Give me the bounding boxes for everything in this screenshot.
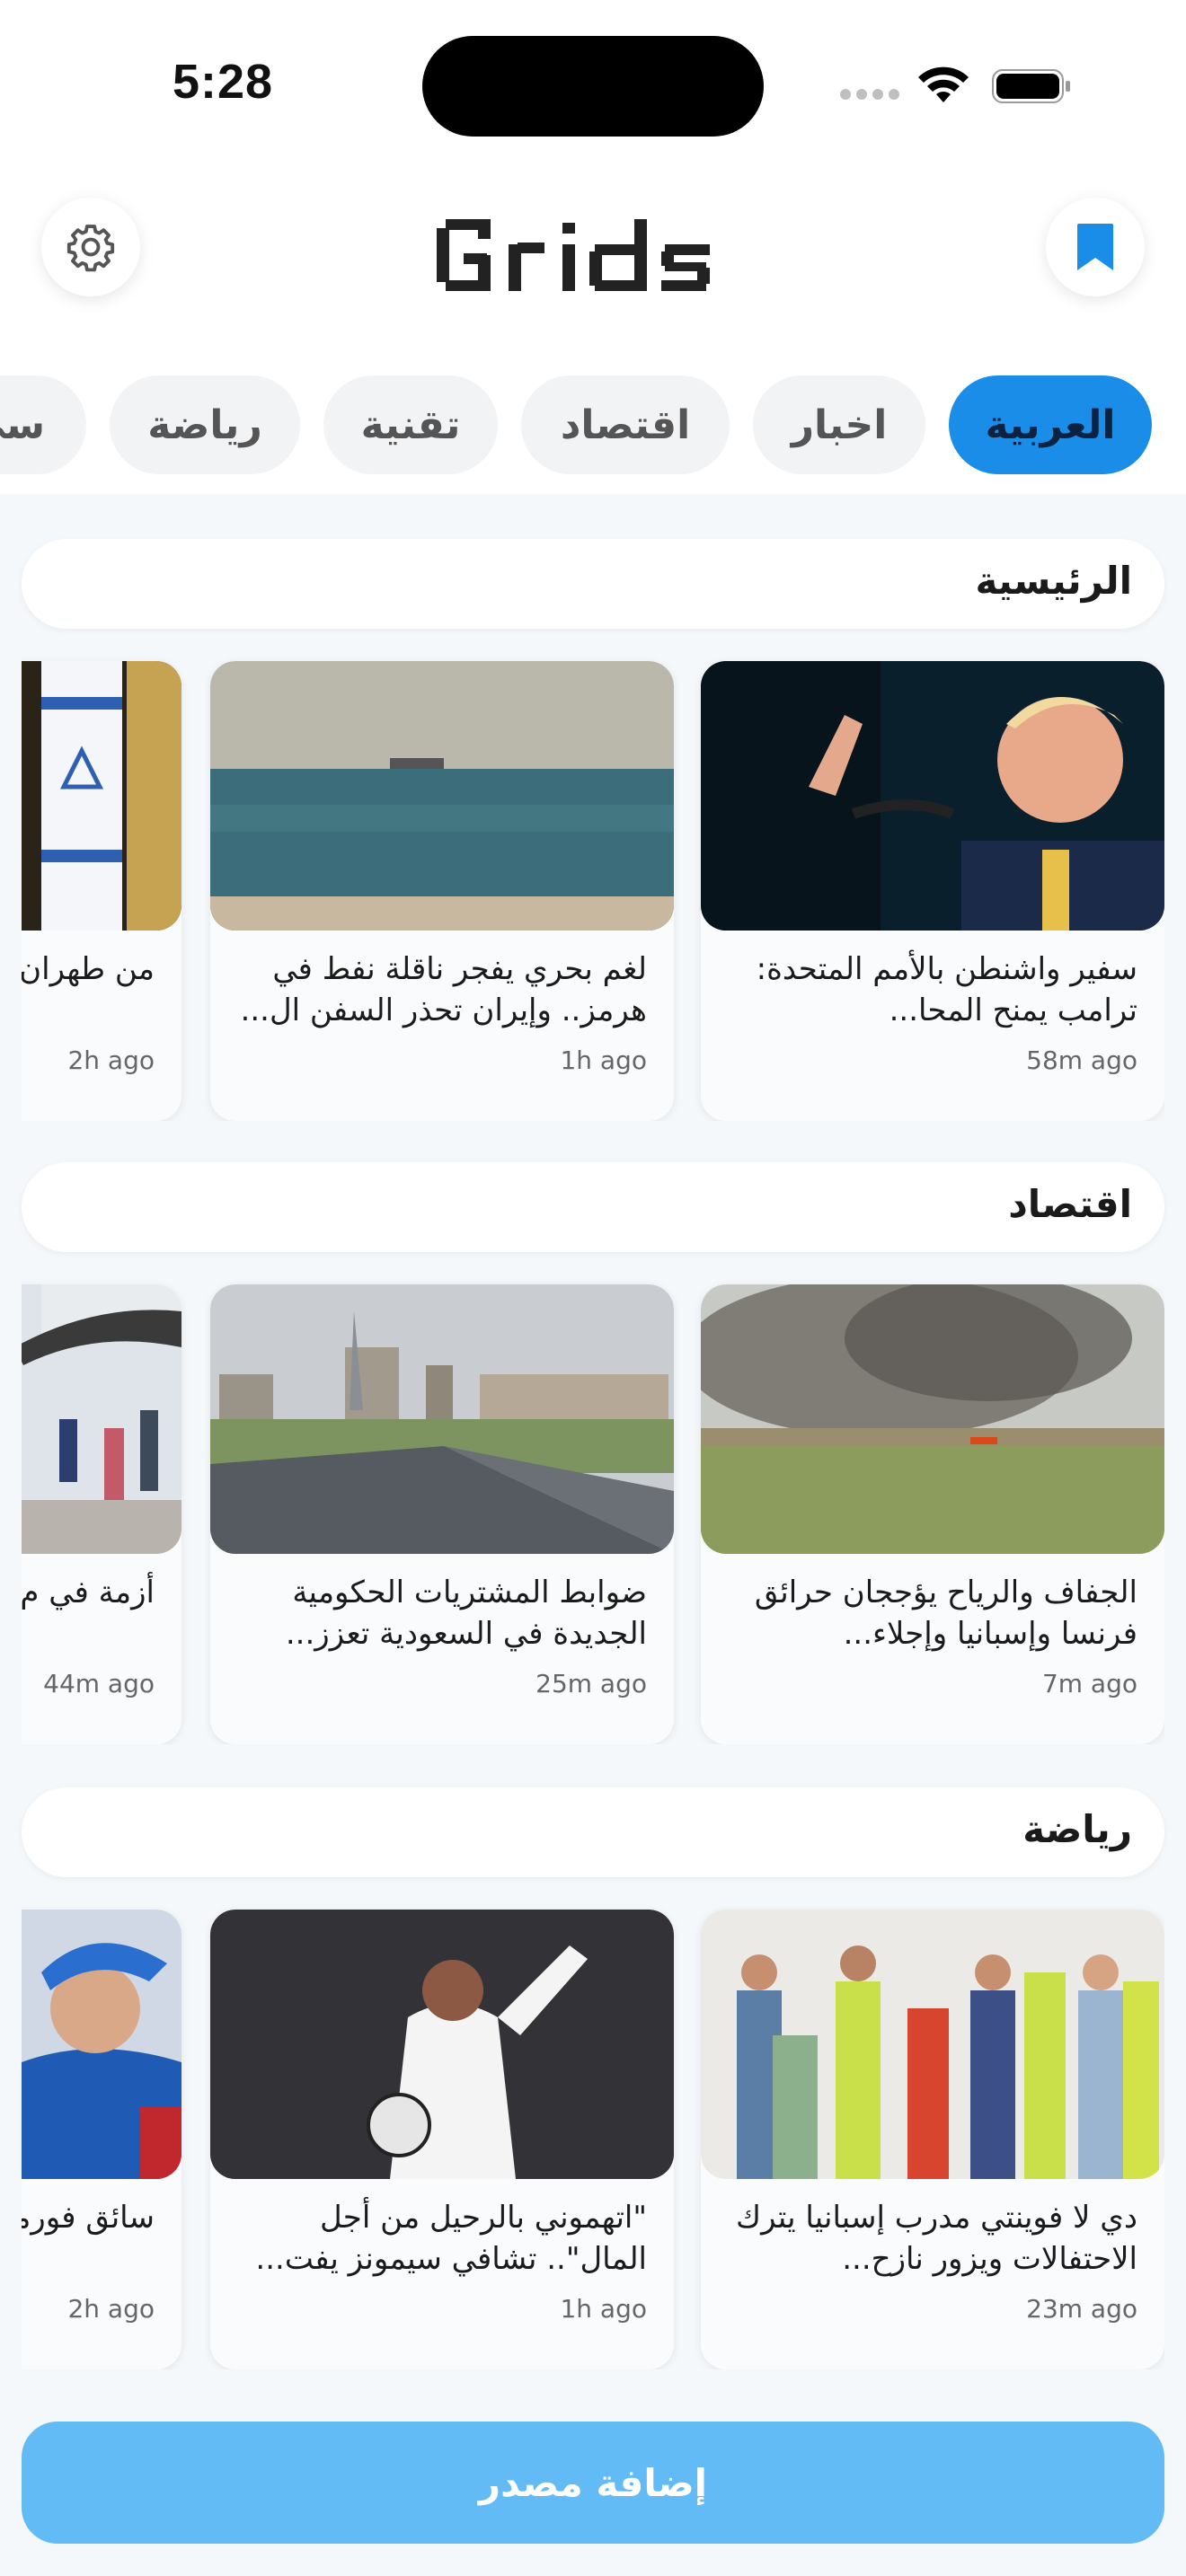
dynamic-island xyxy=(422,36,764,137)
section-header[interactable]: اقتصاد xyxy=(22,1162,1164,1252)
news-title: "اتهموني بالرحيل من أجل المال".. تشافي س… xyxy=(255,2200,647,2277)
news-card[interactable]: "اتهموني بالرحيل من أجل المال".. تشافي س… xyxy=(210,1910,674,2369)
news-card[interactable]: سائق فورمولا من الإسبان 2h ago xyxy=(22,1910,181,2369)
status-time: 5:28 xyxy=(173,55,274,109)
news-card[interactable]: دي لا فوينتي مدرب إسبانيا يترك الاحتفالا… xyxy=(701,1910,1164,2369)
news-age: 7m ago xyxy=(1041,1669,1137,1698)
settings-button[interactable] xyxy=(41,198,140,296)
section-header[interactable]: الرئيسية xyxy=(22,539,1164,629)
tab-sports[interactable]: رياضة xyxy=(110,375,300,474)
section-title: الرئيسية xyxy=(975,559,1132,603)
tab-tech[interactable]: تقنية xyxy=(323,375,498,474)
news-title: لغم بحري يفجر ناقلة نفط في هرمز.. وإيران… xyxy=(240,951,647,1028)
news-age: 2h ago xyxy=(67,1045,155,1075)
news-age: 2h ago xyxy=(67,2294,155,2324)
news-age: 25m ago xyxy=(535,1669,647,1698)
section-title: رياضة xyxy=(1022,1807,1132,1851)
news-title: الجفاف والرياح يؤججان حرائق فرنسا وإسبان… xyxy=(754,1575,1137,1652)
add-source-button[interactable]: إضافة مصدر xyxy=(22,2422,1164,2544)
news-title: أزمة في م انقطاع ال xyxy=(22,1575,155,1610)
news-title: سفير واشنطن بالأمم المتحدة: ترامب يمنح ا… xyxy=(756,951,1137,1028)
card-strip: سفير واشنطن بالأمم المتحدة: ترامب يمنح ا… xyxy=(22,654,1164,1121)
battery-icon xyxy=(992,69,1070,103)
news-card[interactable]: ضوابط المشتريات الحكومية الجديدة في السع… xyxy=(210,1284,674,1744)
news-card[interactable]: سفير واشنطن بالأمم المتحدة: ترامب يمنح ا… xyxy=(701,661,1164,1121)
news-card[interactable]: أزمة في م انقطاع ال 44m ago xyxy=(22,1284,181,1744)
bookmarks-button[interactable] xyxy=(1046,198,1145,296)
news-image xyxy=(701,1910,1164,2179)
category-tabs: العربية اخبار اقتصاد تقنية رياضة سي xyxy=(0,368,1186,494)
news-age: 58m ago xyxy=(1026,1045,1137,1075)
tab-arabic[interactable]: العربية xyxy=(949,375,1152,474)
bookmark-icon xyxy=(1077,224,1113,270)
news-image xyxy=(22,661,181,931)
news-age: 1h ago xyxy=(560,1045,647,1075)
news-title: سائق فورمولا من الإسبان xyxy=(22,2200,155,2236)
news-card[interactable]: لغم بحري يفجر ناقلة نفط في هرمز.. وإيران… xyxy=(210,661,674,1121)
status-bar: 5:28 xyxy=(0,0,1186,153)
tab-economy[interactable]: اقتصاد xyxy=(521,375,730,474)
cellular-signal-icon xyxy=(840,86,905,103)
news-age: 23m ago xyxy=(1026,2294,1137,2324)
news-image xyxy=(22,1284,181,1554)
section-title: اقتصاد xyxy=(1008,1182,1132,1226)
grids-logo xyxy=(437,219,710,291)
wifi-icon xyxy=(918,66,969,102)
news-age: 1h ago xyxy=(560,2294,647,2324)
tab-news[interactable]: اخبار xyxy=(753,375,925,474)
news-card[interactable]: من طهران ساخنة على 2h ago xyxy=(22,661,181,1121)
news-title: دي لا فوينتي مدرب إسبانيا يترك الاحتفالا… xyxy=(736,2200,1137,2277)
news-title: من طهران ساخنة على xyxy=(22,951,155,987)
news-image xyxy=(701,661,1164,931)
app-header xyxy=(0,153,1186,368)
news-title: ضوابط المشتريات الحكومية الجديدة في السع… xyxy=(285,1575,647,1652)
news-card[interactable]: الجفاف والرياح يؤججان حرائق فرنسا وإسبان… xyxy=(701,1284,1164,1744)
news-image xyxy=(210,661,674,931)
tab-more[interactable]: سي xyxy=(0,375,86,474)
gear-icon xyxy=(66,225,115,272)
card-strip: الجفاف والرياح يؤججان حرائق فرنسا وإسبان… xyxy=(22,1277,1164,1744)
news-age: 44m ago xyxy=(43,1669,155,1698)
news-image xyxy=(701,1284,1164,1554)
news-image xyxy=(22,1910,181,2179)
news-image xyxy=(210,1284,674,1554)
card-strip: دي لا فوينتي مدرب إسبانيا يترك الاحتفالا… xyxy=(22,1902,1164,2369)
section-header[interactable]: رياضة xyxy=(22,1787,1164,1877)
news-image xyxy=(210,1910,674,2179)
